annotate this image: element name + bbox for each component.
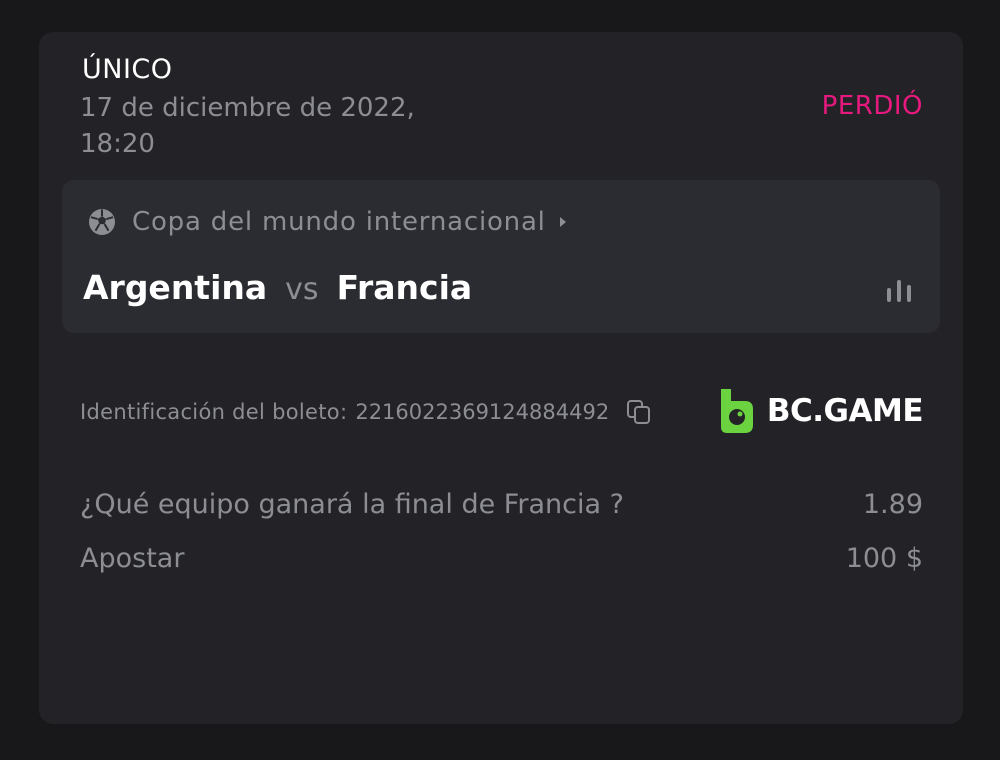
- teams-row: Argentina vs Francia: [83, 268, 472, 307]
- selection-question: ¿Qué equipo ganará la final de Francia ?: [80, 488, 624, 520]
- selection-row: ¿Qué equipo ganará la final de Francia ?…: [80, 484, 923, 524]
- selection-odds: 1.89: [862, 488, 923, 520]
- bet-date: 17 de diciembre de 2022, 18:20: [80, 93, 415, 159]
- stake-row: Apostar 100 $: [80, 538, 923, 578]
- bet-status-badge: PERDIÓ: [821, 91, 923, 121]
- match-box: Copa del mundo internacional Argentina v…: [62, 180, 940, 333]
- team-home: Argentina: [83, 268, 268, 307]
- soccer-ball-icon: [89, 209, 115, 235]
- ticket-row: Identificación del boleto: 2216022369124…: [80, 394, 653, 430]
- brand-logo: BC.GAME: [717, 386, 924, 436]
- caret-right-icon: [559, 217, 566, 227]
- copy-icon[interactable]: [625, 398, 653, 426]
- bar-chart-icon[interactable]: [884, 278, 914, 304]
- team-away: Francia: [336, 268, 473, 307]
- brand-name: BC.GAME: [766, 393, 924, 429]
- stake-value: 100 $: [845, 542, 923, 574]
- stake-label: Apostar: [80, 542, 185, 574]
- league-name: Copa del mundo internacional: [132, 207, 546, 237]
- bet-type: ÚNICO: [82, 54, 173, 85]
- vs-label: vs: [285, 272, 319, 307]
- bet-card: ÚNICO 17 de diciembre de 2022, 18:20 PER…: [39, 32, 963, 724]
- league-link[interactable]: Copa del mundo internacional: [87, 204, 566, 240]
- bc-game-logo-icon: [720, 389, 753, 433]
- ticket-id: 2216022369124884492: [355, 400, 610, 424]
- ticket-label: Identificación del boleto:: [80, 400, 348, 424]
